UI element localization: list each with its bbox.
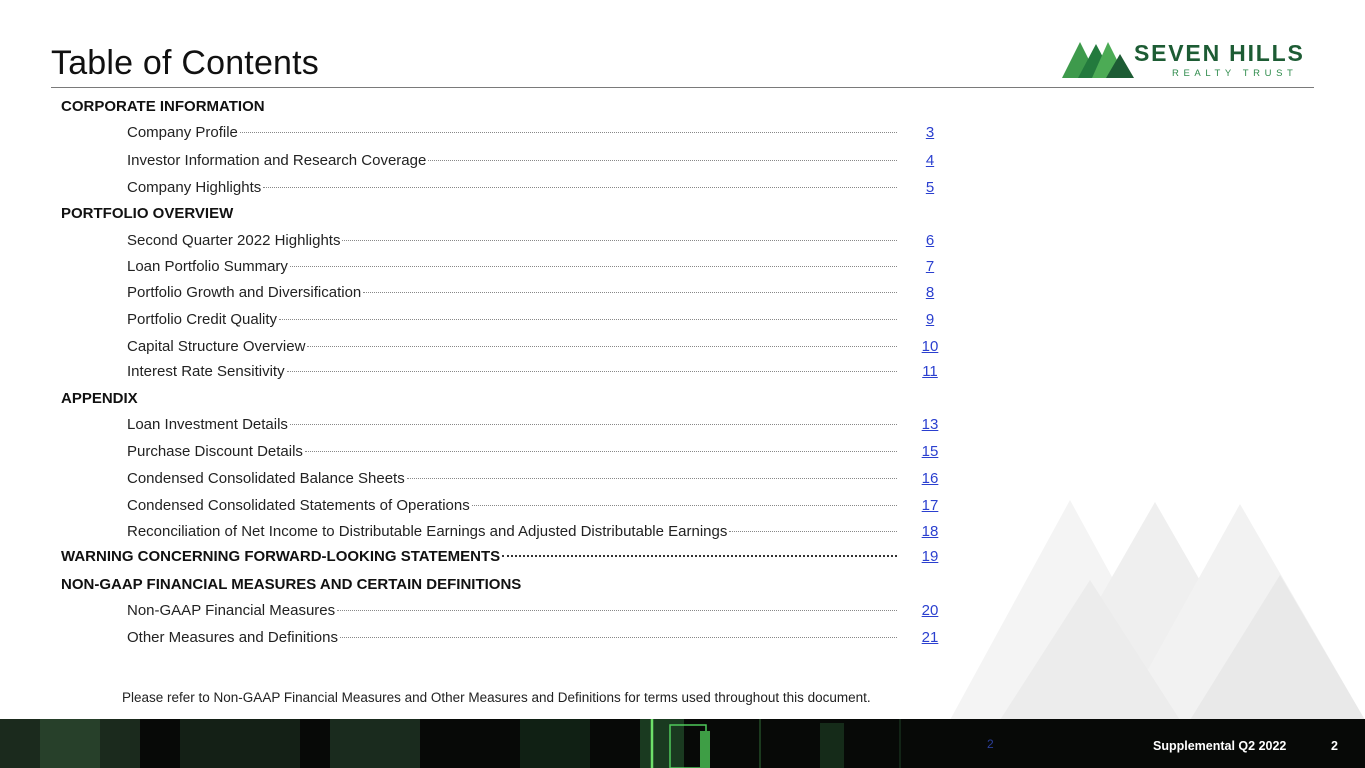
footer-document-label: Supplemental Q2 2022 — [1153, 739, 1287, 753]
page-link-19[interactable]: 19 — [915, 548, 945, 565]
toc-item-label: Investor Information and Research Covera… — [127, 152, 427, 169]
leader-dots — [263, 186, 897, 188]
toc-item-label: Reconciliation of Net Income to Distribu… — [127, 523, 728, 540]
toc-item-label: Company Profile — [127, 124, 238, 141]
toc-item-label: Capital Structure Overview — [127, 338, 306, 355]
leader-dots — [342, 239, 897, 241]
page-link-7[interactable]: 7 — [915, 258, 945, 275]
page-link-13[interactable]: 13 — [915, 416, 945, 433]
toc-item-loan-investment-details[interactable]: Loan Investment Details — [127, 416, 897, 433]
leader-dots — [502, 554, 897, 557]
toc-item-label: Second Quarter 2022 Highlights — [127, 232, 341, 249]
section-portfolio-overview: PORTFOLIO OVERVIEW — [61, 205, 234, 222]
leader-dots — [363, 291, 897, 293]
title-divider — [51, 87, 1314, 88]
toc-item-label: Loan Investment Details — [127, 416, 288, 433]
page-link-8[interactable]: 8 — [915, 284, 945, 301]
page-link-18[interactable]: 18 — [915, 523, 945, 540]
page-link-5[interactable]: 5 — [915, 179, 945, 196]
leader-dots — [307, 345, 897, 347]
toc-item-loan-portfolio-summary[interactable]: Loan Portfolio Summary — [127, 258, 897, 275]
toc-item-balance-sheets[interactable]: Condensed Consolidated Balance Sheets — [127, 470, 897, 487]
page-link-21[interactable]: 21 — [915, 629, 945, 646]
page-link-11[interactable]: 11 — [915, 363, 945, 380]
leader-dots — [289, 265, 897, 267]
toc-item-purchase-discount-details[interactable]: Purchase Discount Details — [127, 443, 897, 460]
toc-item-portfolio-credit-quality[interactable]: Portfolio Credit Quality — [127, 311, 897, 328]
page-link-9[interactable]: 9 — [915, 311, 945, 328]
section-corporate-information: CORPORATE INFORMATION — [61, 98, 265, 115]
leader-dots — [286, 370, 897, 372]
logo-subtitle: REALTY TRUST — [1172, 68, 1298, 79]
toc-item-label: Non-GAAP Financial Measures — [127, 602, 336, 619]
page-link-3[interactable]: 3 — [915, 124, 945, 141]
seven-hills-logo: SEVEN HILLS REALTY TRUST — [1062, 40, 1317, 82]
page-title: Table of Contents — [51, 44, 320, 82]
leader-dots — [289, 423, 897, 425]
toc-item-other-measures[interactable]: Other Measures and Definitions — [127, 629, 897, 646]
toc-item-label: Portfolio Growth and Diversification — [127, 284, 362, 301]
page-link-4[interactable]: 4 — [915, 152, 945, 169]
toc-item-label: WARNING CONCERNING FORWARD-LOOKING STATE… — [61, 548, 501, 565]
section-appendix: APPENDIX — [61, 390, 138, 407]
toc-item-statements-of-operations[interactable]: Condensed Consolidated Statements of Ope… — [127, 497, 897, 514]
toc-item-label: Company Highlights — [127, 179, 262, 196]
toc-item-label: Purchase Discount Details — [127, 443, 303, 460]
toc-item-label: Portfolio Credit Quality — [127, 311, 278, 328]
leader-dots — [337, 609, 897, 611]
page-link-16[interactable]: 16 — [915, 470, 945, 487]
toc-item-capital-structure[interactable]: Capital Structure Overview — [127, 338, 897, 355]
page-link-15[interactable]: 15 — [915, 443, 945, 460]
toc-item-label: Loan Portfolio Summary — [127, 258, 288, 275]
toc-item-second-quarter-highlights[interactable]: Second Quarter 2022 Highlights — [127, 232, 897, 249]
leader-dots — [729, 530, 897, 532]
toc-item-label: Other Measures and Definitions — [127, 629, 338, 646]
page-link-6[interactable]: 6 — [915, 232, 945, 249]
toc-item-company-highlights[interactable]: Company Highlights — [127, 179, 897, 196]
mountain-logo-icon — [1062, 42, 1134, 78]
toc-item-forward-looking-statements[interactable]: WARNING CONCERNING FORWARD-LOOKING STATE… — [61, 548, 897, 565]
toc-item-label: Condensed Consolidated Statements of Ope… — [127, 497, 470, 514]
footnote: Please refer to Non-GAAP Financial Measu… — [122, 690, 871, 705]
leader-dots — [471, 504, 897, 506]
toc-item-label: Condensed Consolidated Balance Sheets — [127, 470, 405, 487]
page-link-20[interactable]: 20 — [915, 602, 945, 619]
leader-dots — [279, 318, 897, 320]
page-link-10[interactable]: 10 — [915, 338, 945, 355]
footer-page-number: 2 — [1331, 739, 1338, 753]
leader-dots — [428, 159, 897, 161]
toc-item-reconciliation[interactable]: Reconciliation of Net Income to Distribu… — [127, 523, 897, 540]
leader-dots — [304, 450, 897, 452]
toc-item-portfolio-growth[interactable]: Portfolio Growth and Diversification — [127, 284, 897, 301]
toc-item-investor-information[interactable]: Investor Information and Research Covera… — [127, 152, 897, 169]
footer-bar: 2 Supplemental Q2 2022 2 — [0, 719, 1365, 768]
page-link-17[interactable]: 17 — [915, 497, 945, 514]
section-non-gaap: NON-GAAP FINANCIAL MEASURES AND CERTAIN … — [61, 576, 522, 593]
leader-dots — [239, 131, 897, 133]
background-mountains-graphic — [950, 500, 1365, 720]
leader-dots — [406, 477, 897, 479]
logo-wordmark: SEVEN HILLS — [1134, 40, 1305, 66]
toc-item-non-gaap-measures[interactable]: Non-GAAP Financial Measures — [127, 602, 897, 619]
toc-item-interest-rate-sensitivity[interactable]: Interest Rate Sensitivity — [127, 363, 897, 380]
ghost-page-number: 2 — [987, 737, 994, 751]
toc-item-label: Interest Rate Sensitivity — [127, 363, 285, 380]
toc-item-company-profile[interactable]: Company Profile — [127, 124, 897, 141]
leader-dots — [339, 636, 897, 638]
